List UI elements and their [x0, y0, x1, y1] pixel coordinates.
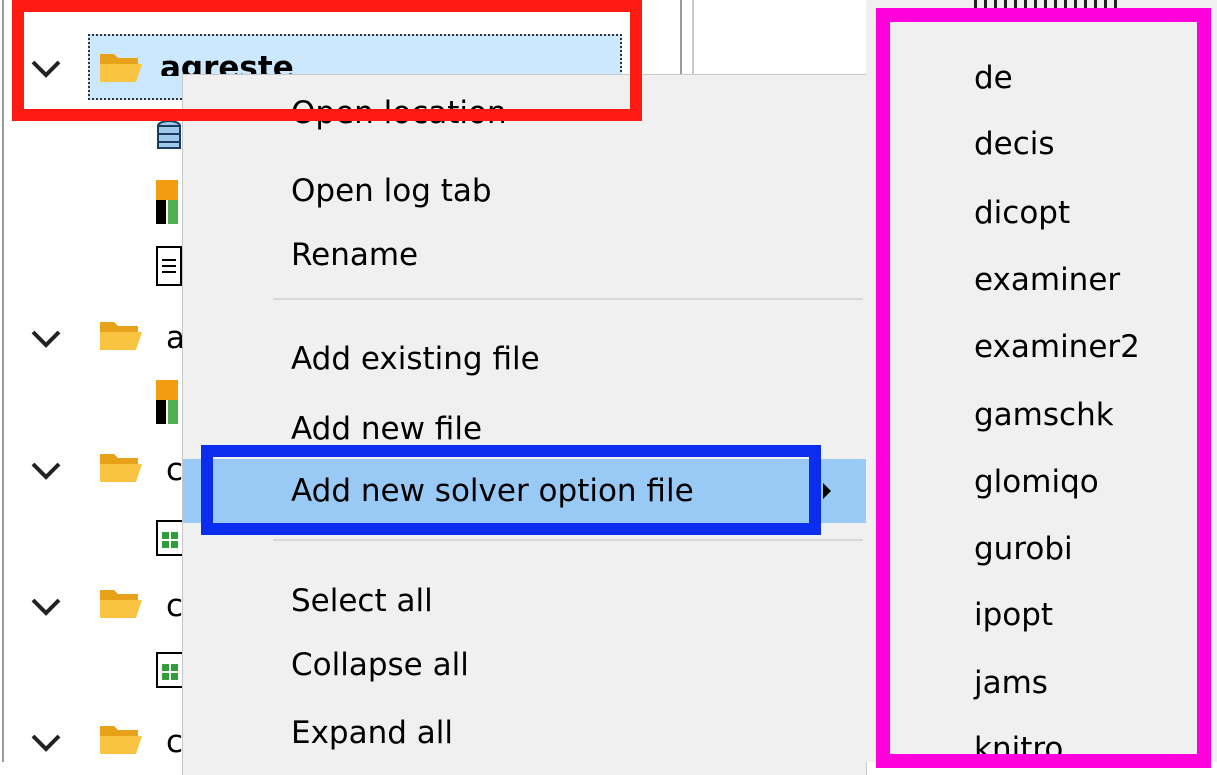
menu-item-add-existing-file[interactable]: Add existing file — [183, 327, 866, 391]
project-name[interactable]: c — [166, 586, 183, 626]
file-icon-partial — [178, 0, 186, 12]
folder-open-icon — [100, 590, 142, 618]
submenu-arrow-icon — [823, 483, 831, 499]
menu-item-expand-all[interactable]: Expand all — [183, 701, 866, 765]
submenu-item-solver[interactable]: knitro — [974, 716, 1214, 756]
menu-separator — [273, 539, 863, 541]
database-icon — [157, 120, 181, 149]
tree-left-border — [2, 0, 4, 762]
menu-item-select-all[interactable]: Select all — [183, 569, 866, 633]
menu-separator — [273, 298, 863, 300]
menu-item-label: Expand all — [291, 715, 454, 751]
submenu-item-solver[interactable]: dicopt — [974, 180, 1214, 246]
menu-item-label: Open location — [291, 95, 507, 131]
project-name[interactable]: c — [166, 722, 183, 762]
menu-item-label: Add new solver option file — [291, 473, 694, 509]
menu-item-label: Select all — [291, 583, 433, 619]
menu-item-add-new-solver-option-file[interactable]: Add new solver option file — [183, 459, 866, 523]
folder-open-icon — [100, 454, 142, 482]
context-menu: Open location Open log tab Rename Add ex… — [182, 74, 867, 775]
menu-item-open-location[interactable]: Open location — [183, 95, 866, 159]
menu-item-label: Collapse all — [291, 647, 469, 683]
chevron-down-icon[interactable] — [26, 320, 66, 360]
menu-item-label: Rename — [291, 237, 419, 273]
menu-item-label: Add new file — [291, 411, 483, 447]
submenu-item-solver[interactable]: decis — [974, 111, 1214, 177]
menu-item-add-new-file[interactable]: Add new file — [183, 397, 866, 461]
menu-item-open-log-tab[interactable]: Open log tab — [183, 159, 866, 223]
text-file-icon — [156, 246, 182, 286]
folder-open-icon — [100, 322, 142, 350]
folder-open-icon — [100, 726, 142, 754]
submenu-item-solver[interactable]: jams — [974, 650, 1214, 716]
menu-item-collapse-all[interactable]: Collapse all — [183, 633, 866, 697]
submenu-item-solver[interactable]: ipopt — [974, 582, 1214, 648]
menu-item-label: Add existing file — [291, 341, 540, 377]
submenu-item-solver[interactable]: glomiqo — [974, 449, 1214, 515]
solver-submenu: de decis dicopt examiner examiner2 gamsc… — [866, 0, 1217, 762]
chevron-down-icon[interactable] — [26, 588, 66, 628]
submenu-item-solver[interactable]: de — [974, 45, 1214, 111]
gams-file-icon — [156, 180, 178, 224]
submenu-item-partial — [974, 0, 1124, 8]
submenu-item-solver[interactable]: gamschk — [974, 382, 1214, 448]
menu-item-label: Open log tab — [291, 173, 492, 209]
spreadsheet-file-icon — [156, 652, 184, 688]
submenu-item-solver[interactable]: examiner2 — [974, 314, 1214, 380]
submenu-item-solver[interactable]: examiner — [974, 247, 1214, 313]
gams-file-icon — [156, 380, 178, 424]
chevron-down-icon[interactable] — [26, 724, 66, 764]
text-fragment — [372, 0, 386, 8]
chevron-down-icon[interactable] — [26, 452, 66, 492]
folder-open-icon — [100, 54, 142, 82]
project-name[interactable]: c — [166, 450, 183, 490]
submenu-item-solver[interactable]: gurobi — [974, 516, 1214, 582]
spreadsheet-file-icon — [156, 520, 184, 556]
text-fragment — [450, 0, 464, 8]
chevron-down-icon[interactable] — [26, 50, 66, 90]
menu-item-rename[interactable]: Rename — [183, 223, 866, 287]
text-fragment — [300, 0, 314, 8]
